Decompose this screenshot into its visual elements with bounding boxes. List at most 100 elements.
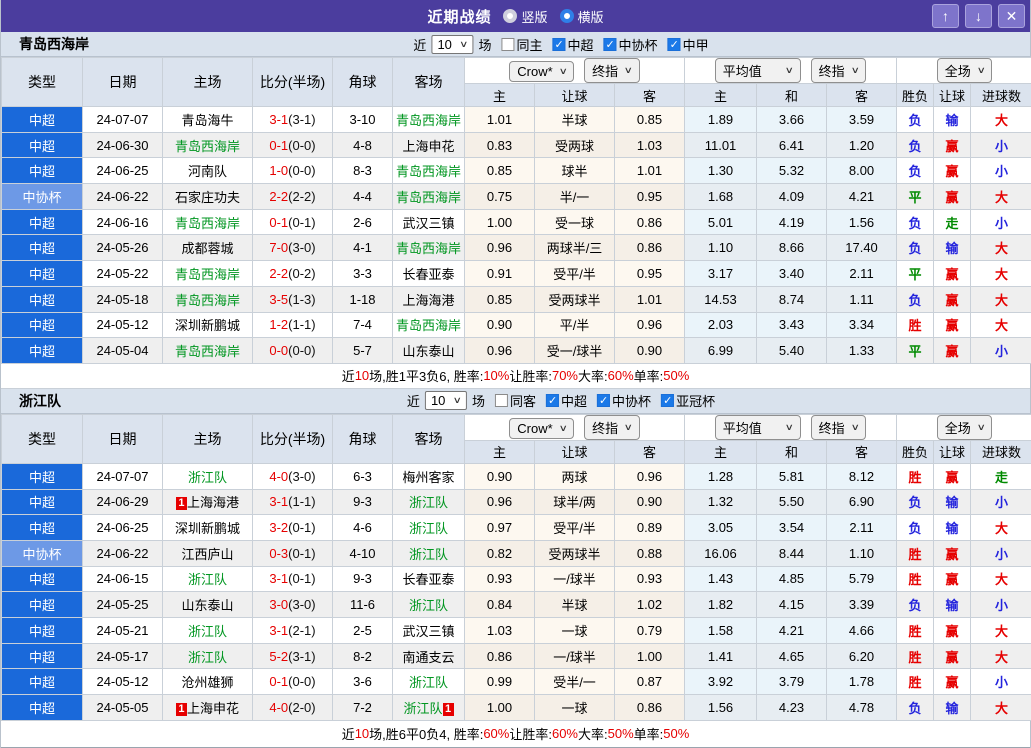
home-team-cell: 河南队 (163, 158, 253, 184)
home-team-cell: 浙江队 (163, 566, 253, 592)
crow-home-odds-cell: 0.91 (465, 261, 535, 287)
period-dropdown-group: 全场∨ (897, 58, 1031, 84)
league-checkbox-cup[interactable]: 中协杯 (597, 391, 651, 410)
match-row: 中协杯24-06-22江西庐山0-3(0-1)4-10浙江队0.82受两球半0.… (2, 540, 1031, 566)
match-row: 中超24-06-16青岛西海岸0-1(0-1)2-6武汉三镇1.00受一球0.8… (2, 209, 1031, 235)
league-type-cell: 中超 (2, 286, 83, 312)
col-header-date: 日期 (83, 58, 163, 107)
away-team-cell: 武汉三镇 (393, 618, 465, 644)
home-team-cell: 1上海申花 (163, 695, 253, 721)
league-checkbox-acl[interactable]: 亚冠杯 (661, 391, 715, 410)
crow-handicap-cell: 受两球半 (535, 286, 615, 312)
corner-cell: 6-3 (333, 463, 393, 489)
bookmaker-select[interactable]: Crow*∨ (509, 61, 574, 82)
odds-stage-value: 终指 (592, 418, 618, 437)
checkbox-icon (546, 394, 559, 407)
crow-home-odds-cell: 0.84 (465, 592, 535, 618)
radio-icon (560, 9, 574, 23)
summary-stat-value: 10% (483, 368, 509, 383)
date-cell: 24-06-25 (83, 158, 163, 184)
match-count-select[interactable]: 10 ∨ (431, 35, 473, 54)
avg-away-odds-cell: 6.90 (827, 489, 897, 515)
avg-away-odds-cell: 4.21 (827, 184, 897, 210)
average-stage-value: 终指 (819, 61, 845, 80)
crow-handicap-cell: 受平/半 (535, 515, 615, 541)
date-cell: 24-06-15 (83, 566, 163, 592)
result-wdl-cell: 胜 (897, 312, 934, 338)
odds-stage-select[interactable]: 终指∨ (584, 415, 640, 440)
avg-away-odds-cell: 3.34 (827, 312, 897, 338)
average-stage-select[interactable]: 终指∨ (811, 415, 867, 440)
fulltime-score: 0-0 (269, 343, 288, 358)
crow-handicap-cell: 受平/半 (535, 261, 615, 287)
bookmaker-select[interactable]: Crow*∨ (509, 418, 574, 439)
home-team-cell: 深圳新鹏城 (163, 312, 253, 338)
result-handicap-cell: 赢 (934, 618, 971, 644)
crow-home-odds-cell: 0.97 (465, 515, 535, 541)
crow-handicap-cell: 半球 (535, 107, 615, 133)
average-stage-select[interactable]: 终指∨ (811, 58, 867, 83)
summary-stat-value: 50% (663, 368, 689, 383)
fulltime-score: 3-2 (269, 520, 288, 535)
period-select[interactable]: 全场∨ (937, 415, 993, 440)
league-checkbox-csl[interactable]: 中超 (553, 35, 594, 54)
league-checkbox-cup[interactable]: 中协杯 (604, 35, 658, 54)
same-venue-checkbox[interactable]: 同主 (502, 35, 543, 54)
average-select[interactable]: 平均值∨ (715, 415, 801, 440)
view-option-horizontal[interactable]: 横版 (560, 7, 604, 26)
crow-dropdown-group: Crow*∨ 终指∨ (465, 414, 685, 440)
corner-cell: 11-6 (333, 592, 393, 618)
away-team-cell: 浙江队1 (393, 695, 465, 721)
crow-away-odds-cell: 0.86 (615, 235, 685, 261)
league-type-cell: 中超 (2, 338, 83, 364)
crow-handicap-cell: 平/半 (535, 312, 615, 338)
league-type-cell: 中超 (2, 209, 83, 235)
summary-stat-label: 场,胜1平3负6, 胜率: (369, 366, 483, 385)
same-venue-checkbox[interactable]: 同客 (495, 391, 536, 410)
avg-away-odds-cell: 2.11 (827, 515, 897, 541)
period-value: 全场 (945, 418, 971, 437)
crow-handicap-cell: 受一球 (535, 209, 615, 235)
average-value: 平均值 (723, 61, 762, 80)
match-row: 中超24-06-25河南队1-0(0-0)8-3青岛西海岸0.85球半1.011… (2, 158, 1031, 184)
halftime-score: (0-2) (288, 266, 315, 281)
home-team-cell: 沧州雄狮 (163, 669, 253, 695)
corner-cell: 4-4 (333, 184, 393, 210)
avg-home-odds-cell: 1.89 (685, 107, 757, 133)
crow-handicap-cell: 半/一 (535, 184, 615, 210)
league-type-cell: 中超 (2, 489, 83, 515)
bookmaker-value: Crow* (517, 64, 552, 79)
odds-stage-select[interactable]: 终指∨ (584, 58, 640, 83)
team-label: 深圳新鹏城 (175, 318, 240, 333)
near-label: 近 (413, 35, 426, 54)
sub-header-avg-home: 主 (685, 440, 757, 463)
match-row: 中超24-07-07浙江队4-0(3-0)6-3梅州客家0.90两球0.961.… (2, 463, 1031, 489)
crow-handicap-cell: 两球半/三 (535, 235, 615, 261)
chevron-down-icon: ∨ (460, 39, 469, 50)
match-count-select[interactable]: 10 ∨ (425, 391, 467, 410)
chevron-down-icon: ∨ (624, 65, 633, 76)
corner-cell: 5-7 (333, 338, 393, 364)
sub-header-handicap: 让球 (535, 84, 615, 107)
corner-cell: 2-6 (333, 209, 393, 235)
chevron-down-icon: ∨ (850, 422, 859, 433)
move-up-button[interactable]: ↑ (932, 4, 959, 28)
result-goals-cell: 小 (971, 209, 1031, 235)
match-row: 中超24-05-22青岛西海岸2-2(0-2)3-3长春亚泰0.91受平/半0.… (2, 261, 1031, 287)
fulltime-score: 3-1 (269, 571, 288, 586)
fulltime-score: 1-2 (269, 317, 288, 332)
period-select[interactable]: 全场∨ (937, 58, 993, 83)
average-select[interactable]: 平均值∨ (715, 58, 801, 83)
away-team-cell: 浙江队 (393, 669, 465, 695)
move-down-button[interactable]: ↓ (965, 4, 992, 28)
league-checkbox-csl[interactable]: 中超 (546, 391, 587, 410)
crow-home-odds-cell: 0.90 (465, 463, 535, 489)
result-wdl-cell: 负 (897, 235, 934, 261)
result-wdl-cell: 负 (897, 515, 934, 541)
match-count-value: 10 (431, 393, 445, 408)
league-checkbox-league1[interactable]: 中甲 (668, 35, 709, 54)
close-button[interactable]: ✕ (998, 4, 1025, 28)
avg-draw-odds-cell: 3.54 (757, 515, 827, 541)
avg-draw-odds-cell: 8.44 (757, 540, 827, 566)
view-option-vertical[interactable]: 竖版 (503, 7, 547, 26)
